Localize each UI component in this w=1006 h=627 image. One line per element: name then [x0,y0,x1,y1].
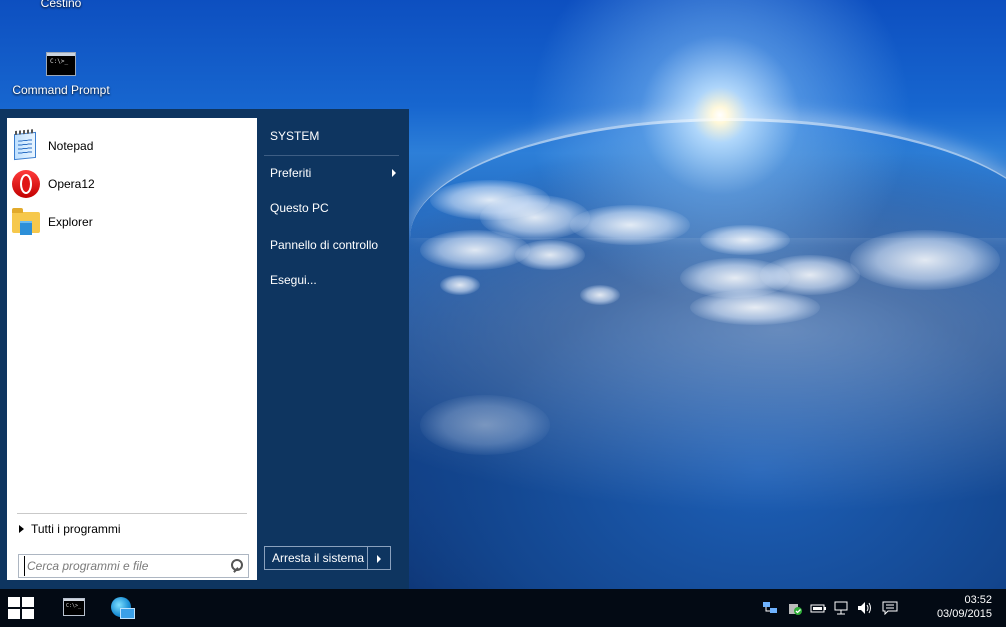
search-input[interactable] [24,556,226,576]
program-label: Explorer [48,215,93,229]
start-item-label: Pannello di controllo [270,238,379,252]
folder-icon [11,207,41,237]
cloud [515,240,585,270]
cloud [850,230,1000,290]
clock-time: 03:52 [964,594,992,606]
shutdown-options-button[interactable] [368,547,390,569]
opera-icon [11,169,41,199]
cloud [760,255,860,295]
search-box[interactable] [18,554,249,578]
submenu-arrow-icon [392,169,396,177]
taskbar-internet-explorer[interactable] [107,594,137,622]
cloud [690,290,820,325]
network-icon[interactable] [762,601,778,615]
start-item-user[interactable]: SYSTEM [270,126,398,146]
taskbar: C:\>_ 03:52 03/09/2015 [0,589,1006,627]
shutdown-button-group: Arresta il sistema [264,546,391,570]
battery-icon[interactable] [810,601,826,615]
program-item-opera[interactable]: Opera12 [11,167,253,201]
divider [17,513,247,514]
notepad-icon [11,131,41,161]
taskbar-clock[interactable]: 03:52 03/09/2015 [932,593,992,621]
start-item-this-pc[interactable]: Questo PC [270,198,398,218]
all-programs-label: Tutti i programmi [31,522,121,536]
security-icon[interactable] [787,601,803,615]
shutdown-button[interactable]: Arresta il sistema [265,547,368,569]
start-item-run[interactable]: Esegui... [270,270,398,290]
cloud [700,225,790,255]
desktop-icon-recycle-bin[interactable]: Cestino [6,0,116,10]
volume-icon[interactable] [857,601,873,615]
program-item-explorer[interactable]: Explorer [11,205,253,239]
cloud [420,395,550,455]
cloud [420,230,530,270]
search-icon[interactable] [226,555,248,577]
start-button[interactable] [8,597,36,621]
cloud [440,275,480,295]
start-menu: Notepad Opera12 Explorer Tutti i program… [0,109,409,589]
start-item-label: Esegui... [270,273,317,287]
divider [264,155,399,156]
internet-explorer-icon [111,597,135,619]
program-label: Opera12 [48,177,95,191]
desktop-icon-label: Cestino [40,0,82,10]
command-prompt-icon: C:\>_ [63,598,85,616]
start-item-control-panel[interactable]: Pannello di controllo [270,235,398,255]
chevron-right-icon [19,525,24,533]
desktop-icon-label: Command Prompt [12,83,110,97]
program-item-notepad[interactable]: Notepad [11,129,253,163]
start-item-label: Questo PC [270,201,329,215]
program-label: Notepad [48,139,94,153]
cloud [570,205,690,245]
desktop-icon-command-prompt[interactable]: C:\>_ Command Prompt [6,52,116,97]
clock-date: 03/09/2015 [936,608,992,620]
start-item-label: Preferiti [270,166,312,180]
command-prompt-icon: C:\>_ [46,52,76,76]
start-item-favorites[interactable]: Preferiti [270,163,398,183]
network-connection-icon[interactable] [834,601,850,615]
start-menu-programs-pane: Notepad Opera12 Explorer Tutti i program… [7,118,257,580]
action-center-icon[interactable] [882,601,898,615]
all-programs-button[interactable]: Tutti i programmi [17,518,247,540]
taskbar-command-prompt[interactable]: C:\>_ [59,594,89,622]
cloud [580,285,620,305]
start-item-label: SYSTEM [270,129,320,143]
